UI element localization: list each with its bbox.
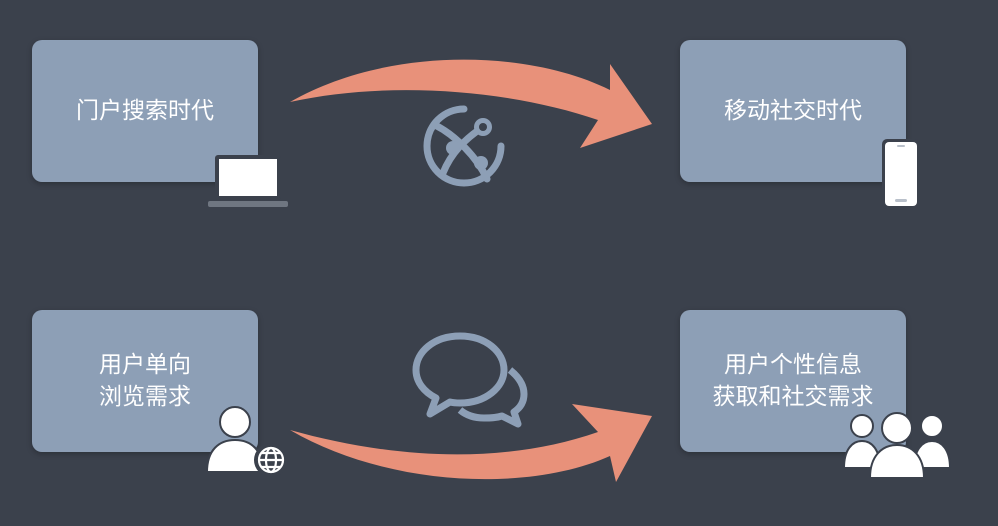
box-mobile-social-era: 移动社交时代 bbox=[680, 40, 906, 182]
box-one-way-line2: 浏览需求 bbox=[99, 384, 191, 410]
user-globe-icon bbox=[205, 406, 288, 476]
group-users-icon bbox=[842, 412, 952, 479]
box-one-way-line1: 用户单向 bbox=[99, 352, 191, 378]
box-personalized-line1: 用户个性信息 bbox=[724, 352, 862, 378]
globe-network-icon bbox=[423, 105, 505, 187]
laptop-icon bbox=[208, 155, 288, 207]
box-portal-search-era-label: 门户搜索时代 bbox=[76, 98, 214, 124]
box-mobile-social-era-label: 移动社交时代 bbox=[724, 98, 862, 124]
smartphone-icon bbox=[882, 139, 920, 209]
chat-bubbles-icon bbox=[412, 332, 528, 428]
